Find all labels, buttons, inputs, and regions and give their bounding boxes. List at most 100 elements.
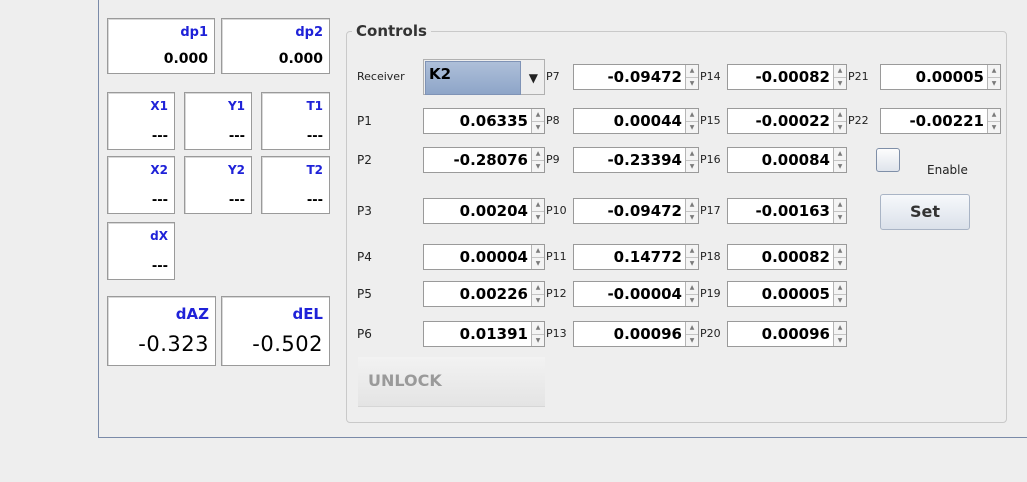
param-value[interactable]: 0.00204 [424, 199, 532, 223]
spinner-up-icon[interactable]: ▲ [834, 109, 846, 122]
param-value[interactable]: -0.00221 [881, 109, 988, 133]
param-spinner-p20[interactable]: 0.00096 ▲ ▼ [727, 321, 847, 347]
param-spinner-p15[interactable]: -0.00022 ▲ ▼ [727, 108, 847, 134]
unlock-button[interactable]: UNLOCK [358, 357, 545, 407]
set-button[interactable]: Set [880, 194, 970, 230]
param-spinner-p1[interactable]: 0.06335 ▲ ▼ [423, 108, 545, 134]
param-value[interactable]: -0.00004 [574, 282, 686, 306]
spinner-down-icon[interactable]: ▼ [686, 295, 698, 307]
spinner-up-icon[interactable]: ▲ [532, 109, 544, 122]
param-value[interactable]: -0.00082 [728, 65, 834, 89]
spinner-up-icon[interactable]: ▲ [834, 245, 846, 258]
spinner-down-icon[interactable]: ▼ [834, 295, 846, 307]
readout-del: dEL -0.502 [221, 296, 330, 366]
param-value[interactable]: -0.09472 [574, 199, 686, 223]
param-spinner-p17[interactable]: -0.00163 ▲ ▼ [727, 198, 847, 224]
spinner-up-icon[interactable]: ▲ [532, 322, 544, 335]
spinner-down-icon[interactable]: ▼ [834, 258, 846, 270]
param-value[interactable]: -0.00163 [728, 199, 834, 223]
spinner-up-icon[interactable]: ▲ [686, 148, 698, 161]
spinner-up-icon[interactable]: ▲ [686, 199, 698, 212]
spinner-down-icon[interactable]: ▼ [988, 78, 1000, 90]
spinner-down-icon[interactable]: ▼ [834, 335, 846, 347]
param-label-p3: P3 [357, 204, 372, 218]
spinner-down-icon[interactable]: ▼ [686, 78, 698, 90]
param-spinner-p11[interactable]: 0.14772 ▲ ▼ [573, 244, 699, 270]
param-value[interactable]: 0.06335 [424, 109, 532, 133]
param-value[interactable]: -0.00022 [728, 109, 834, 133]
param-value[interactable]: -0.09472 [574, 65, 686, 89]
spinner-down-icon[interactable]: ▼ [532, 335, 544, 347]
param-value[interactable]: 0.00044 [574, 109, 686, 133]
param-value[interactable]: 0.14772 [574, 245, 686, 269]
spinner-up-icon[interactable]: ▲ [686, 245, 698, 258]
spinner-up-icon[interactable]: ▲ [834, 322, 846, 335]
spinner-up-icon[interactable]: ▲ [532, 282, 544, 295]
readout-label: T2 [306, 163, 323, 177]
spinner-down-icon[interactable]: ▼ [532, 161, 544, 173]
param-value[interactable]: -0.28076 [424, 148, 532, 172]
param-spinner-p2[interactable]: -0.28076 ▲ ▼ [423, 147, 545, 173]
readout-value: -0.323 [138, 332, 209, 356]
spinner-up-icon[interactable]: ▲ [834, 199, 846, 212]
spinner-down-icon[interactable]: ▼ [532, 122, 544, 134]
param-value[interactable]: 0.00004 [424, 245, 532, 269]
param-label-p13: P13 [546, 327, 567, 340]
param-spinner-p16[interactable]: 0.00084 ▲ ▼ [727, 147, 847, 173]
spinner-up-icon[interactable]: ▲ [532, 199, 544, 212]
spinner-down-icon[interactable]: ▼ [834, 78, 846, 90]
enable-checkbox[interactable] [876, 148, 900, 172]
spinner-up-icon[interactable]: ▲ [988, 65, 1000, 78]
param-spinner-p21[interactable]: 0.00005 ▲ ▼ [880, 64, 1001, 90]
param-value[interactable]: 0.00226 [424, 282, 532, 306]
param-value[interactable]: 0.00096 [728, 322, 834, 346]
spinner-down-icon[interactable]: ▼ [834, 212, 846, 224]
param-spinner-p6[interactable]: 0.01391 ▲ ▼ [423, 321, 545, 347]
param-label-p2: P2 [357, 153, 372, 167]
param-spinner-p14[interactable]: -0.00082 ▲ ▼ [727, 64, 847, 90]
spinner-up-icon[interactable]: ▲ [834, 282, 846, 295]
param-value[interactable]: 0.00005 [728, 282, 834, 306]
spinner-up-icon[interactable]: ▲ [834, 65, 846, 78]
spinner-down-icon[interactable]: ▼ [834, 122, 846, 134]
param-spinner-p3[interactable]: 0.00204 ▲ ▼ [423, 198, 545, 224]
spinner-down-icon[interactable]: ▼ [686, 122, 698, 134]
param-value[interactable]: 0.00096 [574, 322, 686, 346]
spinner-up-icon[interactable]: ▲ [686, 322, 698, 335]
spinner-up-icon[interactable]: ▲ [532, 148, 544, 161]
spinner-down-icon[interactable]: ▼ [834, 161, 846, 173]
param-spinner-p7[interactable]: -0.09472 ▲ ▼ [573, 64, 699, 90]
param-spinner-p12[interactable]: -0.00004 ▲ ▼ [573, 281, 699, 307]
spinner-up-icon[interactable]: ▲ [686, 65, 698, 78]
param-spinner-p8[interactable]: 0.00044 ▲ ▼ [573, 108, 699, 134]
readout-label: dp2 [295, 25, 323, 40]
param-value[interactable]: 0.01391 [424, 322, 532, 346]
spinner-down-icon[interactable]: ▼ [686, 161, 698, 173]
spinner-up-icon[interactable]: ▲ [834, 148, 846, 161]
spinner-up-icon[interactable]: ▲ [686, 109, 698, 122]
spinner-down-icon[interactable]: ▼ [532, 295, 544, 307]
readout-t1: T1 --- [261, 92, 330, 150]
param-spinner-p22[interactable]: -0.00221 ▲ ▼ [880, 108, 1001, 134]
param-spinner-p18[interactable]: 0.00082 ▲ ▼ [727, 244, 847, 270]
spinner-down-icon[interactable]: ▼ [686, 258, 698, 270]
param-spinner-p19[interactable]: 0.00005 ▲ ▼ [727, 281, 847, 307]
param-value[interactable]: 0.00084 [728, 148, 834, 172]
receiver-combobox[interactable]: K2 ▼ [423, 59, 545, 95]
spinner-down-icon[interactable]: ▼ [988, 122, 1000, 134]
param-value[interactable]: 0.00005 [881, 65, 988, 89]
param-spinner-p5[interactable]: 0.00226 ▲ ▼ [423, 281, 545, 307]
param-spinner-p9[interactable]: -0.23394 ▲ ▼ [573, 147, 699, 173]
spinner-down-icon[interactable]: ▼ [532, 258, 544, 270]
spinner-up-icon[interactable]: ▲ [686, 282, 698, 295]
spinner-up-icon[interactable]: ▲ [532, 245, 544, 258]
param-spinner-p10[interactable]: -0.09472 ▲ ▼ [573, 198, 699, 224]
spinner-down-icon[interactable]: ▼ [532, 212, 544, 224]
param-value[interactable]: -0.23394 [574, 148, 686, 172]
param-spinner-p13[interactable]: 0.00096 ▲ ▼ [573, 321, 699, 347]
spinner-up-icon[interactable]: ▲ [988, 109, 1000, 122]
param-value[interactable]: 0.00082 [728, 245, 834, 269]
spinner-down-icon[interactable]: ▼ [686, 212, 698, 224]
spinner-down-icon[interactable]: ▼ [686, 335, 698, 347]
param-spinner-p4[interactable]: 0.00004 ▲ ▼ [423, 244, 545, 270]
